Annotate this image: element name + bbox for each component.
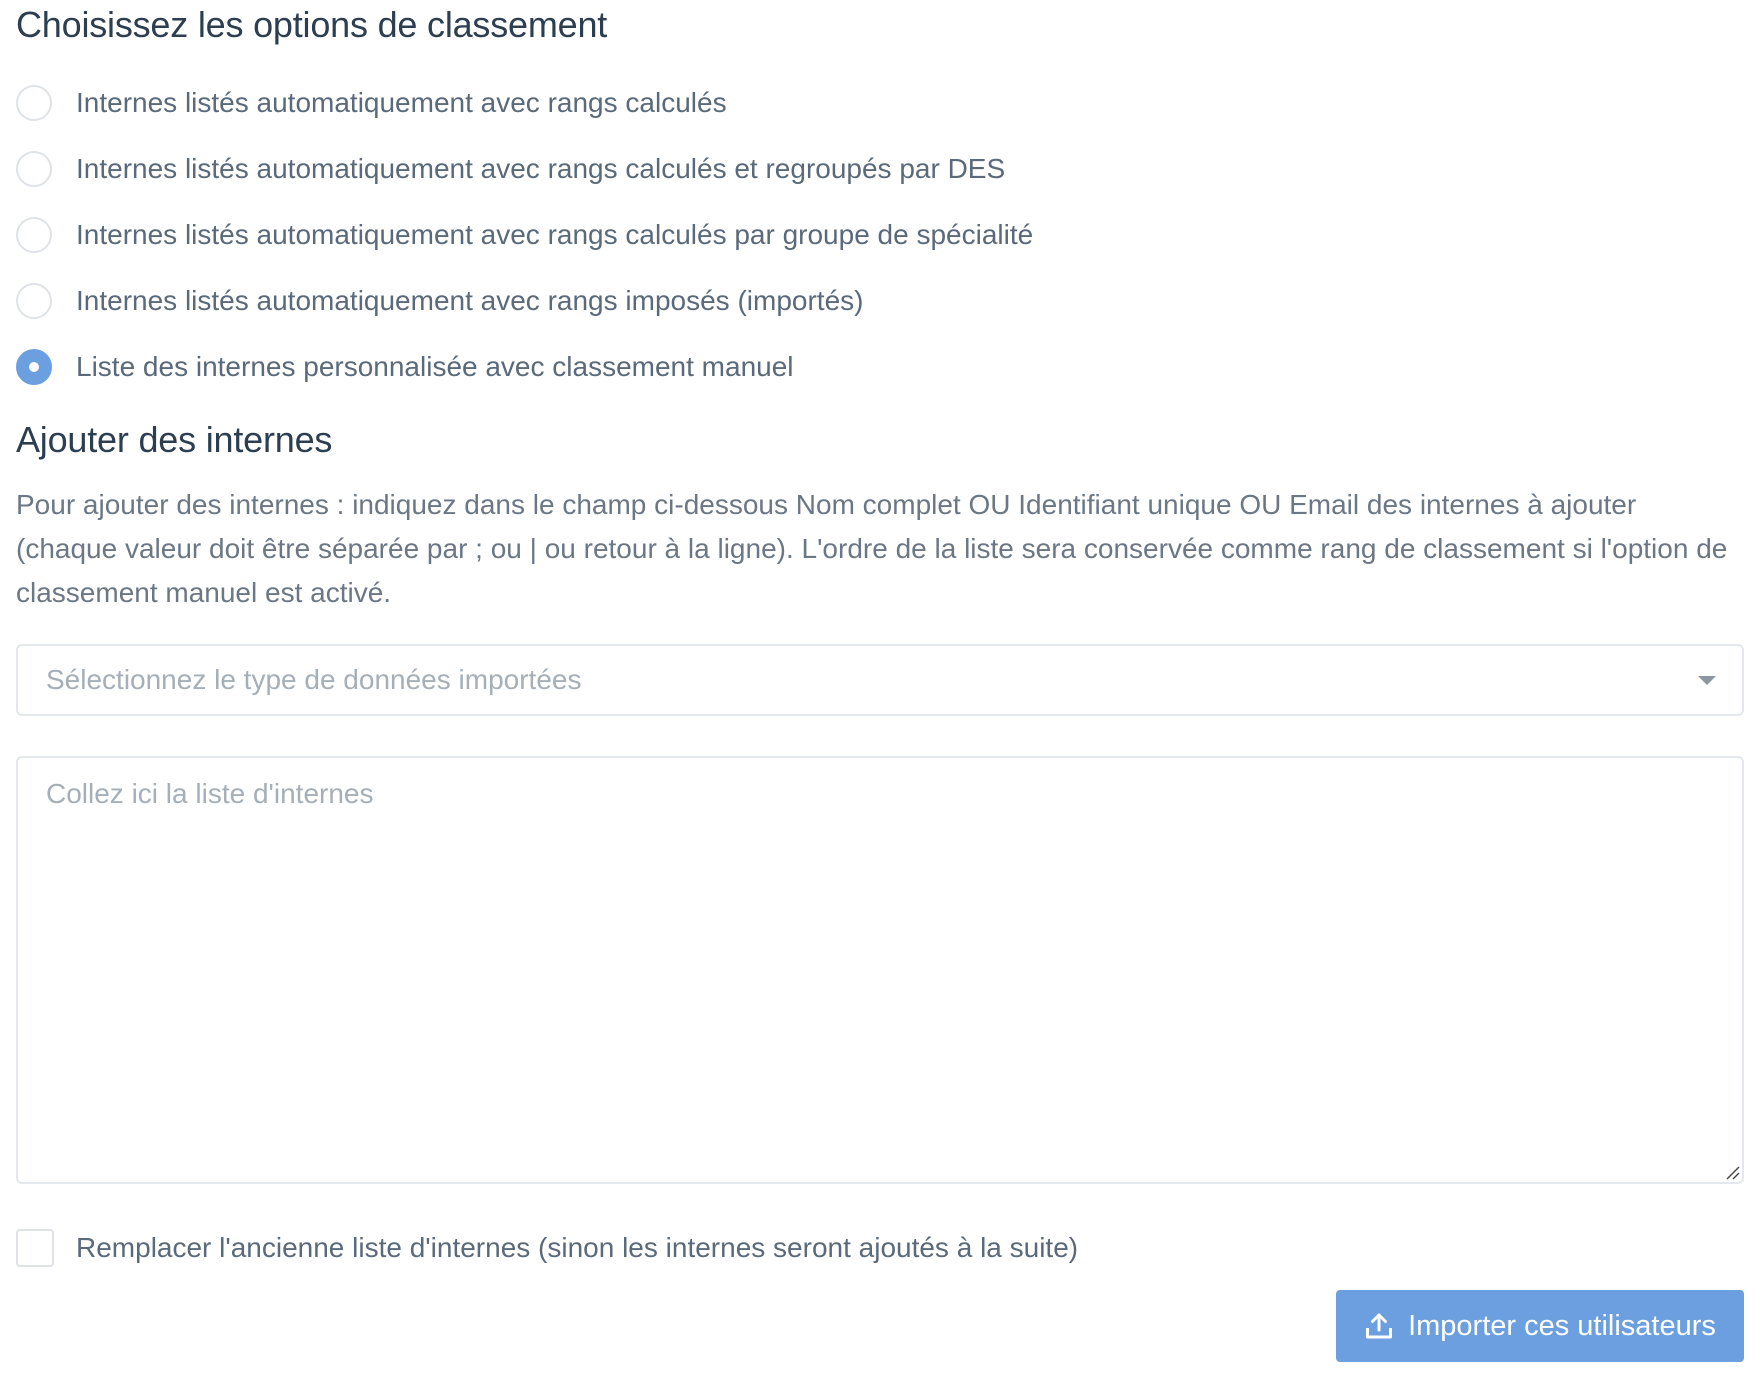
replace-list-checkbox-row[interactable]: Remplacer l'ancienne liste d'internes (s… [16,1228,1078,1268]
radio-button[interactable] [16,283,52,319]
import-users-button-label: Importer ces utilisateurs [1408,1309,1716,1342]
radio-button[interactable] [16,85,52,121]
ranking-option-label: Liste des internes personnalisée avec cl… [76,351,794,382]
ranking-option-label: Internes listés automatiquement avec ran… [76,219,1034,250]
ranking-option-4[interactable]: Liste des internes personnalisée avec cl… [16,334,1216,400]
radio-dot-icon [29,362,39,372]
replace-list-checkbox-label: Remplacer l'ancienne liste d'internes (s… [76,1232,1079,1263]
upload-icon [1366,1313,1393,1339]
radio-button[interactable] [16,151,52,187]
import-users-button[interactable]: Importer ces utilisateurs [1336,1290,1744,1362]
interns-list-textarea[interactable] [16,756,1744,1184]
caret-down-icon [1698,676,1716,685]
data-type-select[interactable]: Sélectionnez le type de données importée… [16,644,1744,716]
ranking-options-radio-group: Internes listés automatiquement avec ran… [16,70,1216,400]
replace-list-checkbox[interactable] [16,1229,54,1267]
data-type-select-placeholder: Sélectionnez le type de données importée… [46,664,582,695]
ranking-option-0[interactable]: Internes listés automatiquement avec ran… [16,70,1216,136]
resize-handle-icon[interactable] [1724,1164,1740,1180]
add-interns-description: Pour ajouter des internes : indiquez dan… [16,489,1728,608]
ranking-option-2[interactable]: Internes listés automatiquement avec ran… [16,202,1216,268]
ranking-option-3[interactable]: Internes listés automatiquement avec ran… [16,268,1216,334]
interns-list-field-wrapper [16,756,1744,1184]
ranking-option-label: Internes listés automatiquement avec ran… [76,153,1006,184]
radio-button[interactable] [16,217,52,253]
ranking-options-title: Choisissez les options de classement [16,4,608,45]
ranking-option-1[interactable]: Internes listés automatiquement avec ran… [16,136,1216,202]
ranking-option-label: Internes listés automatiquement avec ran… [76,285,864,316]
add-interns-title: Ajouter des internes [16,419,333,460]
ranking-option-label: Internes listés automatiquement avec ran… [76,87,727,118]
radio-button[interactable] [16,349,52,385]
